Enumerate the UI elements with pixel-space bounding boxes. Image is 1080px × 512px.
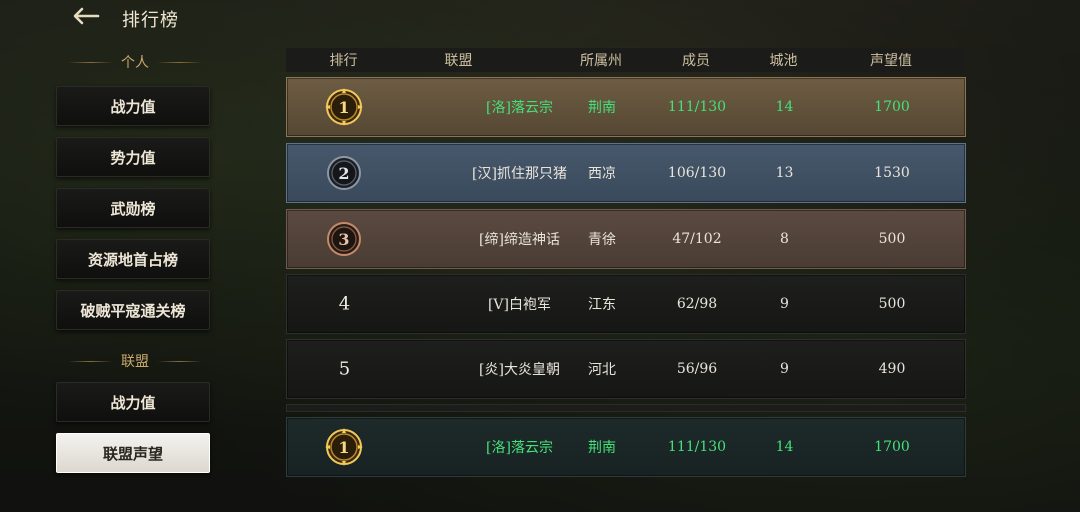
row-cities: 14 (775, 99, 794, 115)
table-row[interactable]: 2 [汉]抓住那只猪 西凉 106/130 13 1530 (286, 143, 966, 203)
table-row[interactable]: 1 [洛]落云宗 荆南 111/130 14 1700 (286, 77, 966, 137)
header-state: 所属州 (580, 53, 622, 69)
row-state: 河北 (588, 362, 616, 378)
row-members: 62/98 (676, 296, 718, 312)
top-bar: 排行榜 (0, 0, 1080, 38)
nav-alliance-prestige[interactable]: 联盟声望 (56, 433, 210, 473)
header-prestige: 声望值 (870, 53, 912, 69)
row-members: 47/102 (672, 231, 722, 247)
row-state: 荆南 (588, 440, 616, 456)
header-cities: 城池 (769, 53, 798, 69)
row-prestige: 500 (878, 231, 906, 247)
table-header: 排行 联盟 所属州 成员 城池 声望值 (286, 48, 966, 72)
row-state: 荆南 (588, 100, 616, 116)
dark-medal-icon: 2 (324, 153, 364, 193)
row-cities: 13 (775, 165, 794, 181)
header-alliance: 联盟 (444, 53, 473, 69)
row-prestige: 1700 (874, 99, 910, 115)
nav-personal-merit[interactable]: 武勋榜 (56, 188, 210, 228)
row-rank: 5 (338, 358, 351, 380)
row-rank-text: 2 (338, 164, 349, 183)
row-members: 106/130 (667, 165, 727, 181)
row-cities: 9 (780, 361, 789, 377)
row-members: 56/96 (676, 361, 718, 377)
nav-alliance-power[interactable]: 战力值 (56, 382, 210, 422)
row-state: 西凉 (588, 166, 616, 182)
row-cities: 9 (780, 296, 789, 312)
nav-personal-bandit-clear[interactable]: 破贼平寇通关榜 (56, 290, 210, 330)
ranking-table: 排行 联盟 所属州 成员 城池 声望值 1 [洛]落云宗 荆南 111/130 … (286, 48, 966, 478)
row-prestige: 500 (878, 296, 906, 312)
row-prestige: 1530 (874, 165, 910, 181)
row-state: 江东 (588, 297, 616, 313)
bronze-medal-icon: 3 (324, 219, 364, 259)
table-row[interactable]: 4 [V]白袍军 江东 62/98 9 500 (286, 274, 966, 334)
back-arrow-icon (73, 7, 100, 25)
nav-personal-power[interactable]: 战力值 (56, 86, 210, 126)
row-members: 111/130 (667, 439, 727, 455)
gold-medal-icon: 1 (324, 427, 364, 467)
gold-medal-icon: 1 (324, 87, 364, 127)
my-alliance-row[interactable]: 1 [洛]落云宗 荆南 111/130 14 1700 (286, 417, 966, 477)
row-rank-text: 3 (338, 230, 349, 249)
row-cities: 14 (775, 439, 794, 455)
list-end-divider (286, 404, 966, 412)
row-rank: 4 (338, 293, 351, 315)
row-cities: 8 (780, 231, 789, 247)
page-title: 排行榜 (122, 10, 179, 31)
table-row[interactable]: 5 [炎]大炎皇朝 河北 56/96 9 490 (286, 339, 966, 399)
header-members: 成员 (682, 53, 710, 69)
row-rank-text: 1 (338, 438, 349, 457)
row-prestige: 1700 (874, 439, 910, 455)
nav-personal-influence[interactable]: 势力值 (56, 137, 210, 177)
header-rank: 排行 (329, 53, 358, 69)
back-button[interactable] (62, 2, 110, 30)
row-prestige: 490 (878, 361, 906, 377)
nav-personal-resource-first[interactable]: 资源地首占榜 (56, 239, 210, 279)
row-rank-text: 1 (338, 98, 349, 117)
row-state: 青徐 (588, 232, 616, 248)
row-members: 111/130 (667, 99, 727, 115)
alliance-section-header: 联盟 (60, 351, 210, 371)
table-row[interactable]: 3 [缔]缔造神话 青徐 47/102 8 500 (286, 209, 966, 269)
personal-section-header: 个人 (60, 52, 210, 72)
